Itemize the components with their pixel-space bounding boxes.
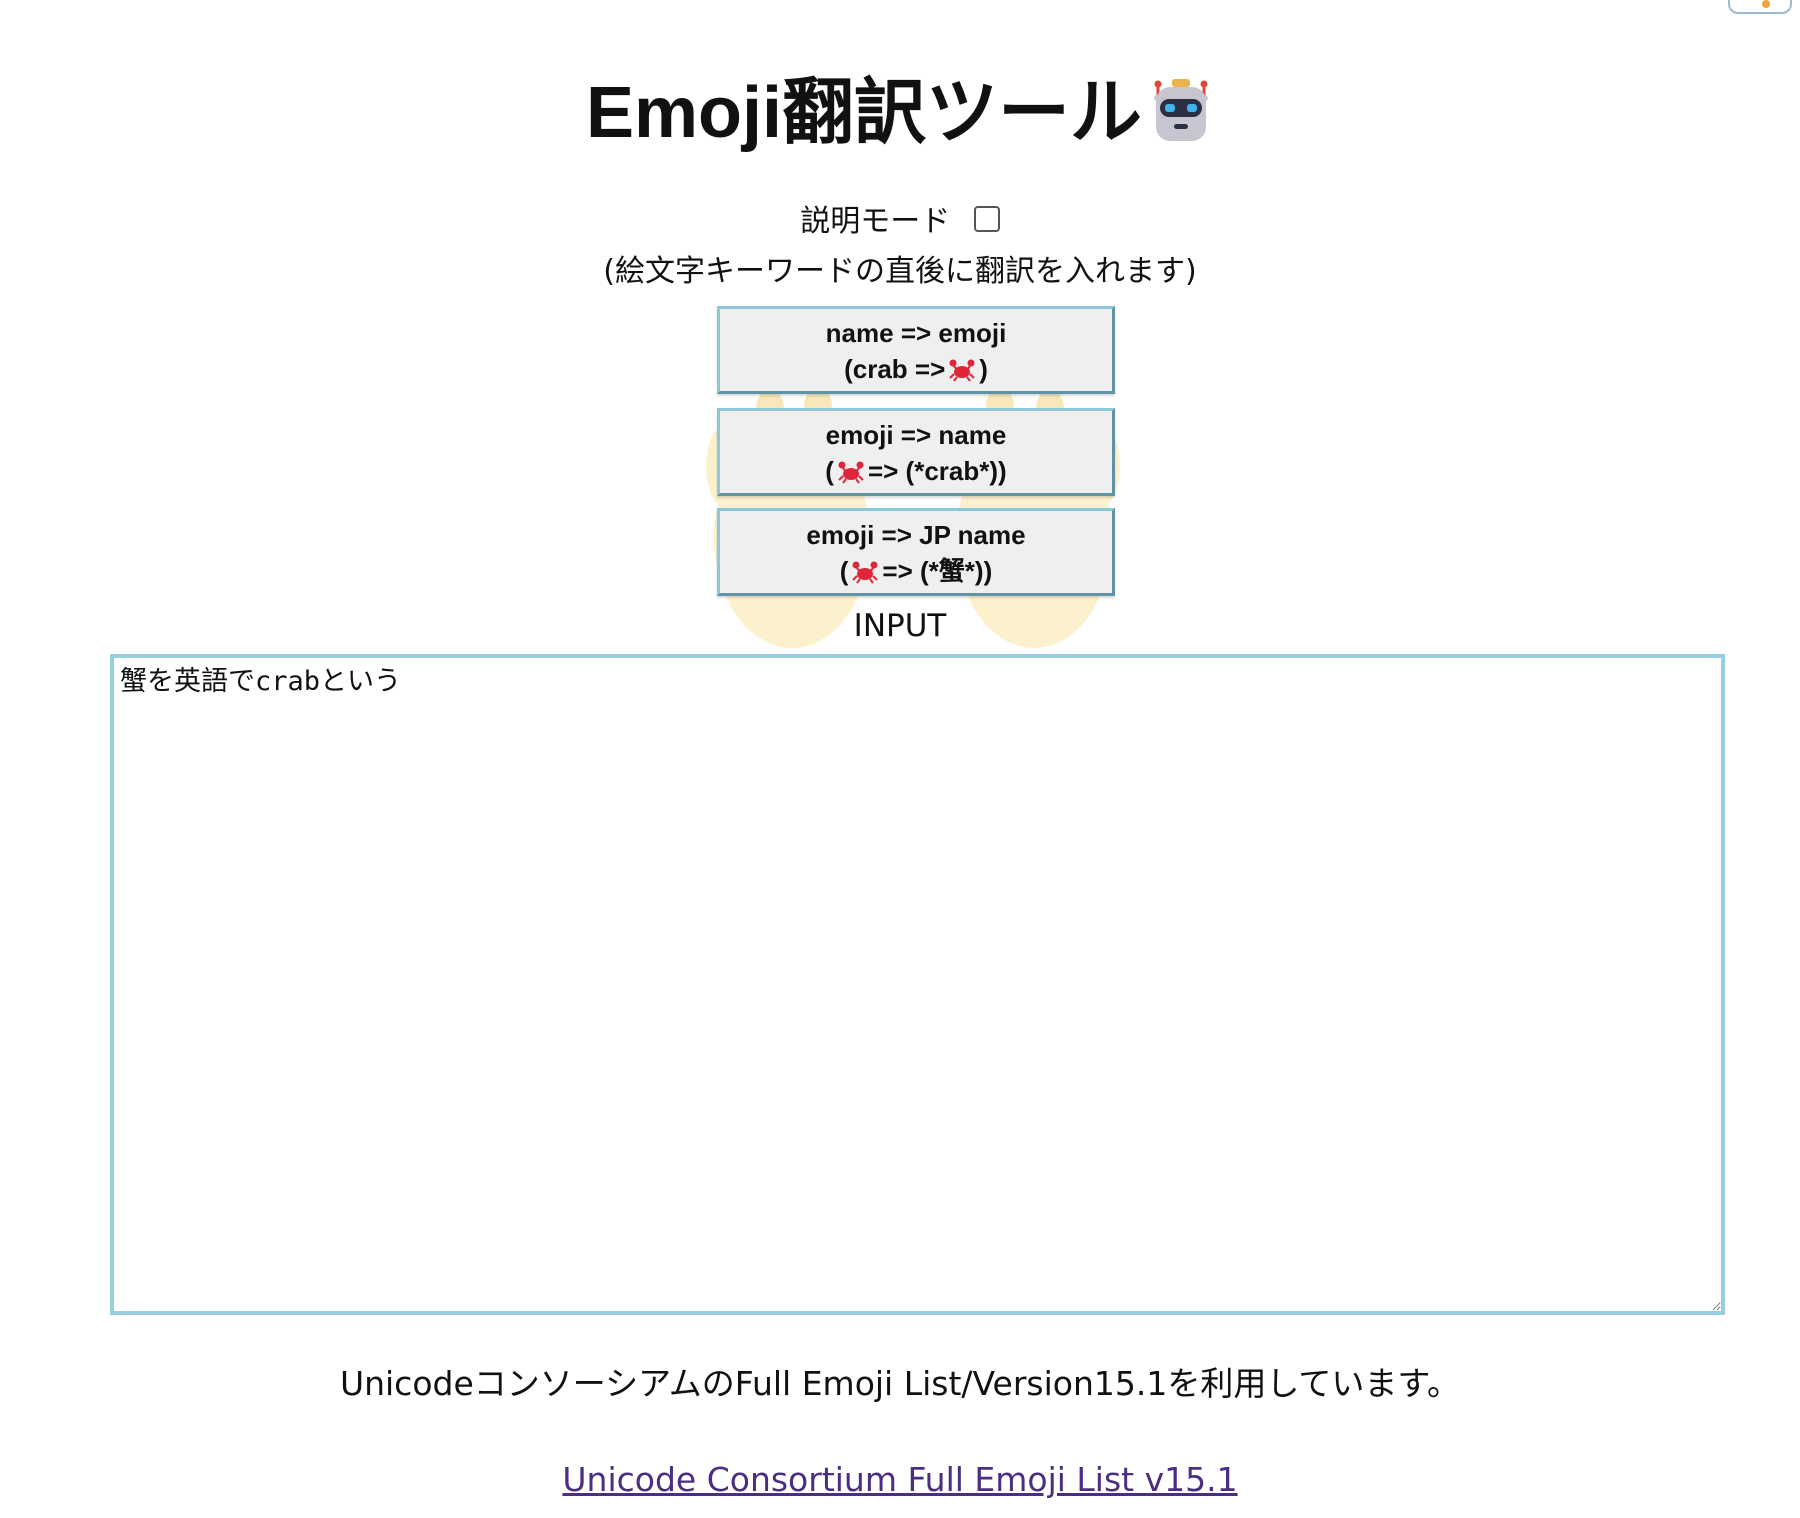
footer-note: UnicodeコンソーシアムのFull Emoji List/Version15… (339, 1364, 1461, 1403)
emoji-to-jp-name-button[interactable]: emoji => JP name ( => (*蟹*)) (717, 508, 1115, 596)
explain-mode-label: 説明モード (800, 204, 951, 239)
unicode-emoji-list-link[interactable]: Unicode Consortium Full Emoji List v15.1 (562, 1460, 1237, 1499)
button-line1: emoji => JP name (806, 520, 1026, 550)
button-line2-prefix: ( (839, 556, 849, 586)
explain-mode-row: 説明モード (0, 202, 1800, 242)
explain-mode-checkbox[interactable] (973, 206, 1000, 232)
page-title-text: Emoji翻訳ツール (585, 73, 1143, 153)
crab-icon (838, 461, 864, 484)
button-line2-suffix: ) (979, 354, 988, 384)
crab-icon (949, 359, 975, 382)
button-line1: emoji => name (825, 420, 1007, 450)
button-line2-suffix: => (*crab*)) (867, 456, 1007, 486)
explain-mode-note: (絵文字キーワードの直後に翻訳を入れます) (603, 254, 1197, 289)
button-line2-prefix: (crab => (844, 354, 946, 384)
page-title: Emoji翻訳ツール (0, 68, 1800, 158)
button-line1: name => emoji (825, 318, 1007, 348)
button-line2: (crab => ) (720, 351, 1112, 387)
crab-icon (852, 561, 879, 584)
input-textarea[interactable]: 蟹を英語でcrabという (110, 654, 1725, 1315)
button-line2: ( => (*crab*)) (720, 453, 1112, 489)
button-line2-suffix: => (*蟹*)) (882, 556, 993, 586)
robot-icon (1154, 79, 1209, 141)
footer-link-row: Unicode Consortium Full Emoji List v15.1 (0, 1458, 1800, 1502)
input-label: INPUT (853, 608, 947, 644)
button-line2-prefix: ( (825, 456, 834, 486)
corner-dot-icon (1762, 0, 1770, 8)
page: Emoji翻訳ツール 説明モード (絵文字キーワードの直後に翻訳を入れます) n… (0, 0, 1800, 1518)
name-to-emoji-button[interactable]: name => emoji (crab => ) (717, 306, 1115, 394)
button-line2: ( => (*蟹*)) (720, 553, 1112, 589)
corner-widget[interactable] (1728, 0, 1792, 14)
emoji-to-name-button[interactable]: emoji => name ( => (*crab*)) (717, 408, 1115, 496)
